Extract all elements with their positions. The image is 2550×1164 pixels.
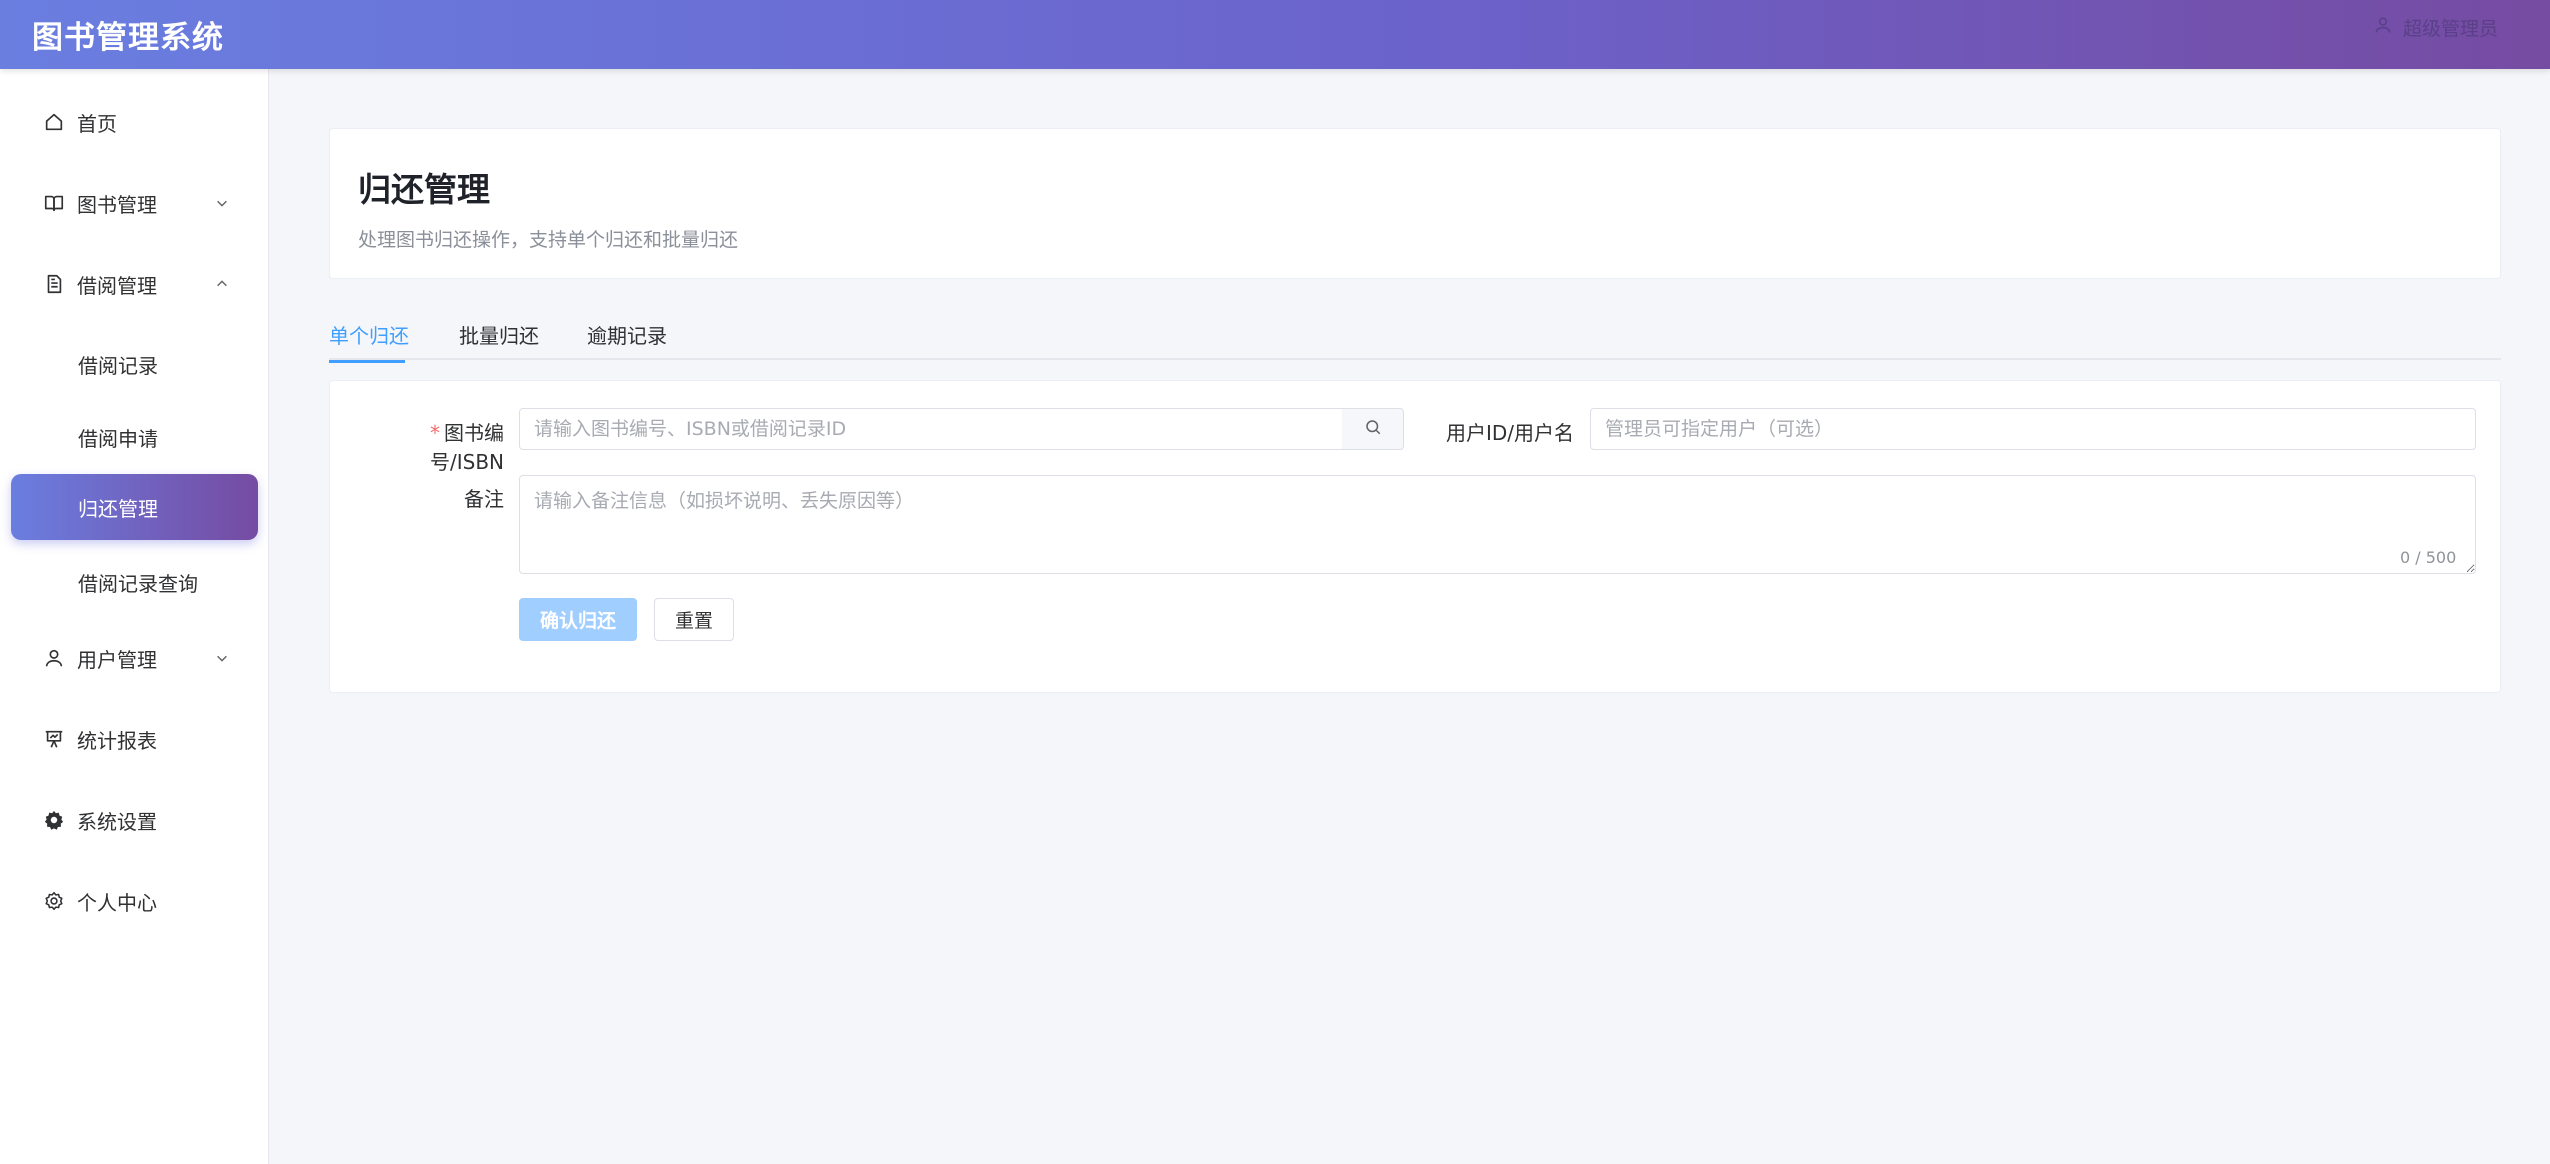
sidebar-subitem-return-management[interactable]: 归还管理 xyxy=(11,474,258,540)
reset-button[interactable]: 重置 xyxy=(654,598,734,641)
document-icon xyxy=(42,272,66,296)
sidebar-item-system-settings[interactable]: 系统设置 xyxy=(0,796,269,844)
tab-label: 逾期记录 xyxy=(587,324,667,348)
sidebar-item-label: 借阅管理 xyxy=(77,273,157,298)
tab-active-indicator xyxy=(329,360,405,363)
sidebar-item-books[interactable]: 图书管理 xyxy=(0,179,269,227)
sidebar-subitem-record-query[interactable]: 借阅记录查询 xyxy=(11,549,258,615)
sidebar-subitem-label: 归还管理 xyxy=(78,496,158,521)
search-icon xyxy=(1364,418,1382,440)
sidebar-item-label: 系统设置 xyxy=(77,809,157,834)
sidebar-item-users[interactable]: 用户管理 xyxy=(0,634,269,682)
user-menu[interactable]: 超级管理员 xyxy=(2373,14,2498,40)
home-icon xyxy=(42,110,66,134)
sidebar-item-label: 图书管理 xyxy=(77,192,157,217)
chevron-down-icon xyxy=(214,195,230,211)
settings-icon xyxy=(42,889,66,913)
sidebar-item-profile[interactable]: 个人中心 xyxy=(0,877,269,925)
sidebar-item-label: 统计报表 xyxy=(77,728,157,753)
chevron-down-icon xyxy=(214,650,230,666)
book-id-label-text: 图书编号/ISBN xyxy=(429,421,504,474)
tab-label: 单个归还 xyxy=(329,324,409,348)
remark-textarea[interactable] xyxy=(519,475,2476,574)
tabs: 单个归还 批量归还 逾期记录 xyxy=(329,314,2501,363)
book-id-input[interactable] xyxy=(519,408,1343,450)
sidebar-item-label: 首页 xyxy=(77,111,117,136)
page-header-card: 归还管理 处理图书归还操作，支持单个归还和批量归还 xyxy=(329,128,2501,279)
book-icon xyxy=(42,191,66,215)
user-icon xyxy=(42,646,66,670)
sidebar-subitem-label: 借阅记录 xyxy=(78,353,158,378)
sidebar-item-label: 个人中心 xyxy=(77,890,157,915)
page-subtitle: 处理图书归还操作，支持单个归还和批量归还 xyxy=(358,229,739,251)
sidebar-subitem-label: 借阅申请 xyxy=(78,426,158,451)
user-name: 超级管理员 xyxy=(2402,17,2498,40)
sidebar: 首页 图书管理 借阅管理 借阅记录 借阅申请 归还管理 借阅记录查询 用户管理 xyxy=(0,69,269,1164)
tab-overdue-records[interactable]: 逾期记录 xyxy=(587,320,667,349)
required-mark: * xyxy=(430,421,440,445)
top-header: 图书管理系统 超级管理员 xyxy=(0,0,2550,69)
sidebar-item-home[interactable]: 首页 xyxy=(0,98,269,146)
confirm-return-button[interactable]: 确认归还 xyxy=(519,598,637,641)
user-avatar-icon xyxy=(2373,15,2393,40)
presentation-chart-icon xyxy=(42,727,66,751)
remark-char-counter: 0 / 500 xyxy=(2400,548,2457,567)
user-id-input[interactable] xyxy=(1590,408,2476,450)
sidebar-item-reports[interactable]: 统计报表 xyxy=(0,715,269,763)
sidebar-subitem-label: 借阅记录查询 xyxy=(78,571,198,596)
chevron-up-icon xyxy=(214,276,230,292)
tab-batch-return[interactable]: 批量归还 xyxy=(459,320,539,349)
sidebar-subitem-borrow-records[interactable]: 借阅记录 xyxy=(11,331,258,397)
search-button[interactable] xyxy=(1342,408,1404,450)
sidebar-item-label: 用户管理 xyxy=(77,647,157,672)
remark-label: 备注 xyxy=(464,487,504,511)
sidebar-item-borrow[interactable]: 借阅管理 xyxy=(0,260,269,308)
tab-single-return[interactable]: 单个归还 xyxy=(329,320,409,363)
sidebar-subitem-borrow-requests[interactable]: 借阅申请 xyxy=(11,404,258,470)
user-id-label: 用户ID/用户名 xyxy=(1445,421,1574,445)
book-id-label: * 图书编号/ISBN xyxy=(360,417,504,475)
app-title: 图书管理系统 xyxy=(32,20,224,56)
page-title: 归还管理 xyxy=(358,170,490,209)
gear-filled-icon xyxy=(42,808,66,832)
return-form: *图书编号/ISBN 用户ID/用户名 备注 0 / 500 确认归还 重置 xyxy=(329,380,2501,693)
tab-label: 批量归还 xyxy=(459,324,539,348)
